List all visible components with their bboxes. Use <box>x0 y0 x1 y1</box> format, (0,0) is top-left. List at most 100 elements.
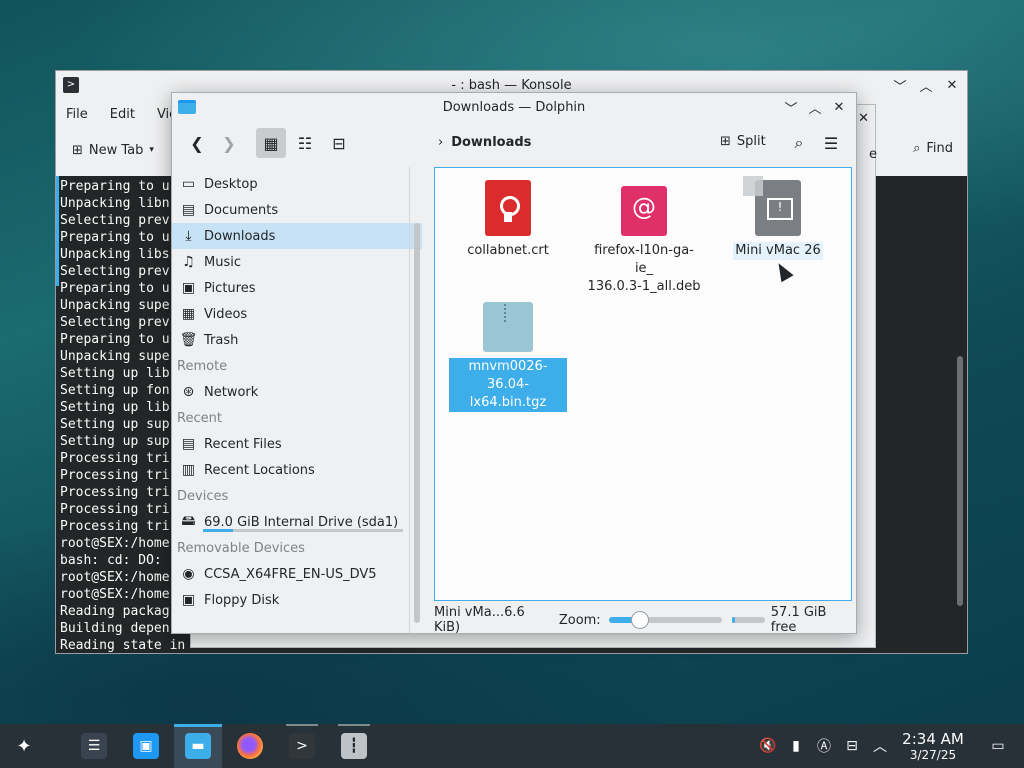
close-icon[interactable]: ✕ <box>943 76 961 94</box>
drive-usage-fill <box>203 529 233 532</box>
sidebar-item-label: Trash <box>204 332 239 348</box>
split-button[interactable]: ⊞ Split <box>720 134 766 149</box>
sidebar-item-network[interactable]: ⊛ Network <box>172 379 422 405</box>
breadcrumb[interactable]: › Downloads <box>438 135 531 150</box>
icons-view-button[interactable]: ▦ <box>256 128 286 158</box>
sidebar-item-desktop[interactable]: ▭ Desktop <box>172 171 422 197</box>
expand-tray-icon[interactable]: ︿ <box>866 724 894 768</box>
desktop-icon: ▭ <box>181 176 196 192</box>
free-space-fill <box>731 617 735 623</box>
removable-device-icon[interactable]: ▮ <box>782 724 810 768</box>
menu-edit[interactable]: Edit <box>110 107 135 122</box>
file-item[interactable]: firefox-l10n-ga-ie_136.0.3-1_all.deb <box>585 186 703 296</box>
sidebar-item-downloads[interactable]: ⤓ Downloads <box>172 223 422 249</box>
sidebar-item-label: Music <box>204 254 241 270</box>
file-item[interactable]: Mini vMac 26 <box>719 176 837 260</box>
terminal-scrollbar[interactable] <box>957 356 963 606</box>
file-view[interactable]: collabnet.crt firefox-l10n-ga-ie_136.0.3… <box>434 167 852 601</box>
sidebar-item-ccsa-x64fre-en-us-dv5[interactable]: ◉ CCSA_X64FRE_EN-US_DV5 <box>172 561 422 587</box>
firefox-task[interactable] <box>226 724 274 768</box>
drive-usage-bar <box>203 529 403 532</box>
sidebar-item-recent-locations[interactable]: ▥ Recent Locations <box>172 457 422 483</box>
new-tab-icon: ⊞ <box>72 142 83 158</box>
find-button[interactable]: ⌕ Find <box>913 141 953 156</box>
system-tray: 🔇 ▮ Ⓐ ⊟ ︿ 2:34 AM 3/27/25 ▭ <box>754 724 1024 768</box>
task-manager-settings[interactable]: ☰ <box>70 724 118 768</box>
places-divider[interactable] <box>409 167 410 633</box>
file-name: Mini vMac 26 <box>733 242 823 260</box>
sidebar-item-pictures[interactable]: ▣ Pictures <box>172 275 422 301</box>
search-button[interactable]: ⌕ <box>784 128 814 158</box>
folder-icon: ▬ <box>185 733 211 759</box>
sidebar-item-trash[interactable]: 🗑 Trash <box>172 327 422 353</box>
maximize-icon[interactable]: ︿ <box>806 98 824 117</box>
sidebar-item-recent-files[interactable]: ▤ Recent Files <box>172 431 422 457</box>
sidebar-item-label: CCSA_X64FRE_EN-US_DV5 <box>204 566 377 582</box>
archive-task[interactable]: ┇ <box>330 724 378 768</box>
unknown-file-icon <box>743 176 801 236</box>
dolphin-titlebar[interactable]: Downloads — Dolphin ﹀ ︿ ✕ <box>172 93 856 121</box>
sidebar-item-label: Recent Files <box>204 436 282 452</box>
details-view-button[interactable]: ⊟ <box>324 128 354 158</box>
konsole-task[interactable]: > <box>278 724 326 768</box>
sidebar-section-header: Removable Devices <box>177 540 305 556</box>
zoom-slider-handle[interactable] <box>631 611 650 629</box>
zoom-label: Zoom: <box>558 612 601 628</box>
find-label: Find <box>926 141 953 156</box>
chevron-down-icon: ▾ <box>149 145 154 155</box>
background-window-text: e <box>869 147 877 162</box>
sidebar-item-documents[interactable]: ▤ Documents <box>172 197 422 223</box>
compact-view-button[interactable]: ☷ <box>290 128 320 158</box>
dolphin-task[interactable]: ▬ <box>174 724 222 768</box>
file-item-selected[interactable]: mnvm0026-36.04- lx64.bin.tgz <box>449 302 567 412</box>
settings-sliders-icon: ☰ <box>81 733 107 759</box>
trash-icon: 🗑 <box>179 332 198 348</box>
application-launcher[interactable]: ✦ <box>0 724 48 768</box>
back-button[interactable]: ❮ <box>182 128 212 158</box>
search-icon: ⌕ <box>913 141 921 156</box>
free-space-bar <box>731 617 765 623</box>
grid-icon: ▦ <box>263 133 279 153</box>
sidebar-item-label: 69.0 GiB Internal Drive (sda1) <box>204 514 399 530</box>
new-tab-label: New Tab <box>88 142 144 158</box>
sidebar-item-label: Desktop <box>204 176 258 192</box>
sidebar-item-label: Floppy Disk <box>204 592 280 608</box>
tree-view-icon: ⊟ <box>332 133 346 153</box>
music-icon: ♫ <box>182 254 195 270</box>
close-icon[interactable]: ✕ <box>858 111 869 126</box>
documents-icon: ▤ <box>181 202 196 218</box>
places-panel: ▭ Desktop ▤ Documents ⤓ Downloads ♫ Music ▣ Pictu… <box>172 167 422 633</box>
keyboard-layout-icon[interactable]: Ⓐ <box>810 724 838 768</box>
volume-muted-icon[interactable]: 🔇 <box>754 724 782 768</box>
discover-store[interactable]: ▣ <box>122 724 170 768</box>
menu-file[interactable]: File <box>66 107 88 122</box>
clock[interactable]: 2:34 AM 3/27/25 <box>894 730 972 762</box>
forward-button[interactable]: ❯ <box>214 128 244 158</box>
dolphin-window[interactable]: Downloads — Dolphin ﹀ ︿ ✕ ❮ ❯ ▦ ☷ ⊟ › Do… <box>171 92 857 635</box>
sidebar-item-69-0-gib-internal-drive-sda1-[interactable]: 🖴 69.0 GiB Internal Drive (sda1) <box>172 509 422 535</box>
search-icon: ⌕ <box>794 133 804 152</box>
sidebar-item-label: Downloads <box>204 228 276 244</box>
maximize-icon[interactable]: ︿ <box>917 76 935 95</box>
places-scrollbar[interactable] <box>414 223 420 623</box>
sidebar-item-music[interactable]: ♫ Music <box>172 249 422 275</box>
archive-icon <box>483 302 533 352</box>
hamburger-menu-button[interactable]: ☰ <box>816 128 846 158</box>
sidebar-section-header: Recent <box>177 410 222 426</box>
new-tab-button[interactable]: ⊞ New Tab ▾ <box>72 143 154 158</box>
network-wired-icon[interactable]: ⊟ <box>838 724 866 768</box>
minimize-icon[interactable]: ﹀ <box>782 98 800 117</box>
zoom-slider[interactable] <box>608 611 722 629</box>
terminal-focus-indicator <box>56 176 59 286</box>
sidebar-item-videos[interactable]: ▦ Videos <box>172 301 422 327</box>
split-view-icon: ⊞ <box>720 134 731 149</box>
minimize-icon[interactable]: ﹀ <box>891 76 909 95</box>
breadcrumb-downloads[interactable]: Downloads <box>451 135 531 150</box>
close-icon[interactable]: ✕ <box>830 98 848 116</box>
dolphin-title: Downloads — Dolphin <box>442 99 586 115</box>
file-item[interactable]: collabnet.crt <box>449 180 567 260</box>
show-desktop-icon[interactable]: ▭ <box>972 724 1024 768</box>
sidebar-item-floppy-disk[interactable]: ▣ Floppy Disk <box>172 587 422 613</box>
floppy-disk-icon: ▣ <box>181 592 196 608</box>
file-name: collabnet.crt <box>467 243 549 258</box>
